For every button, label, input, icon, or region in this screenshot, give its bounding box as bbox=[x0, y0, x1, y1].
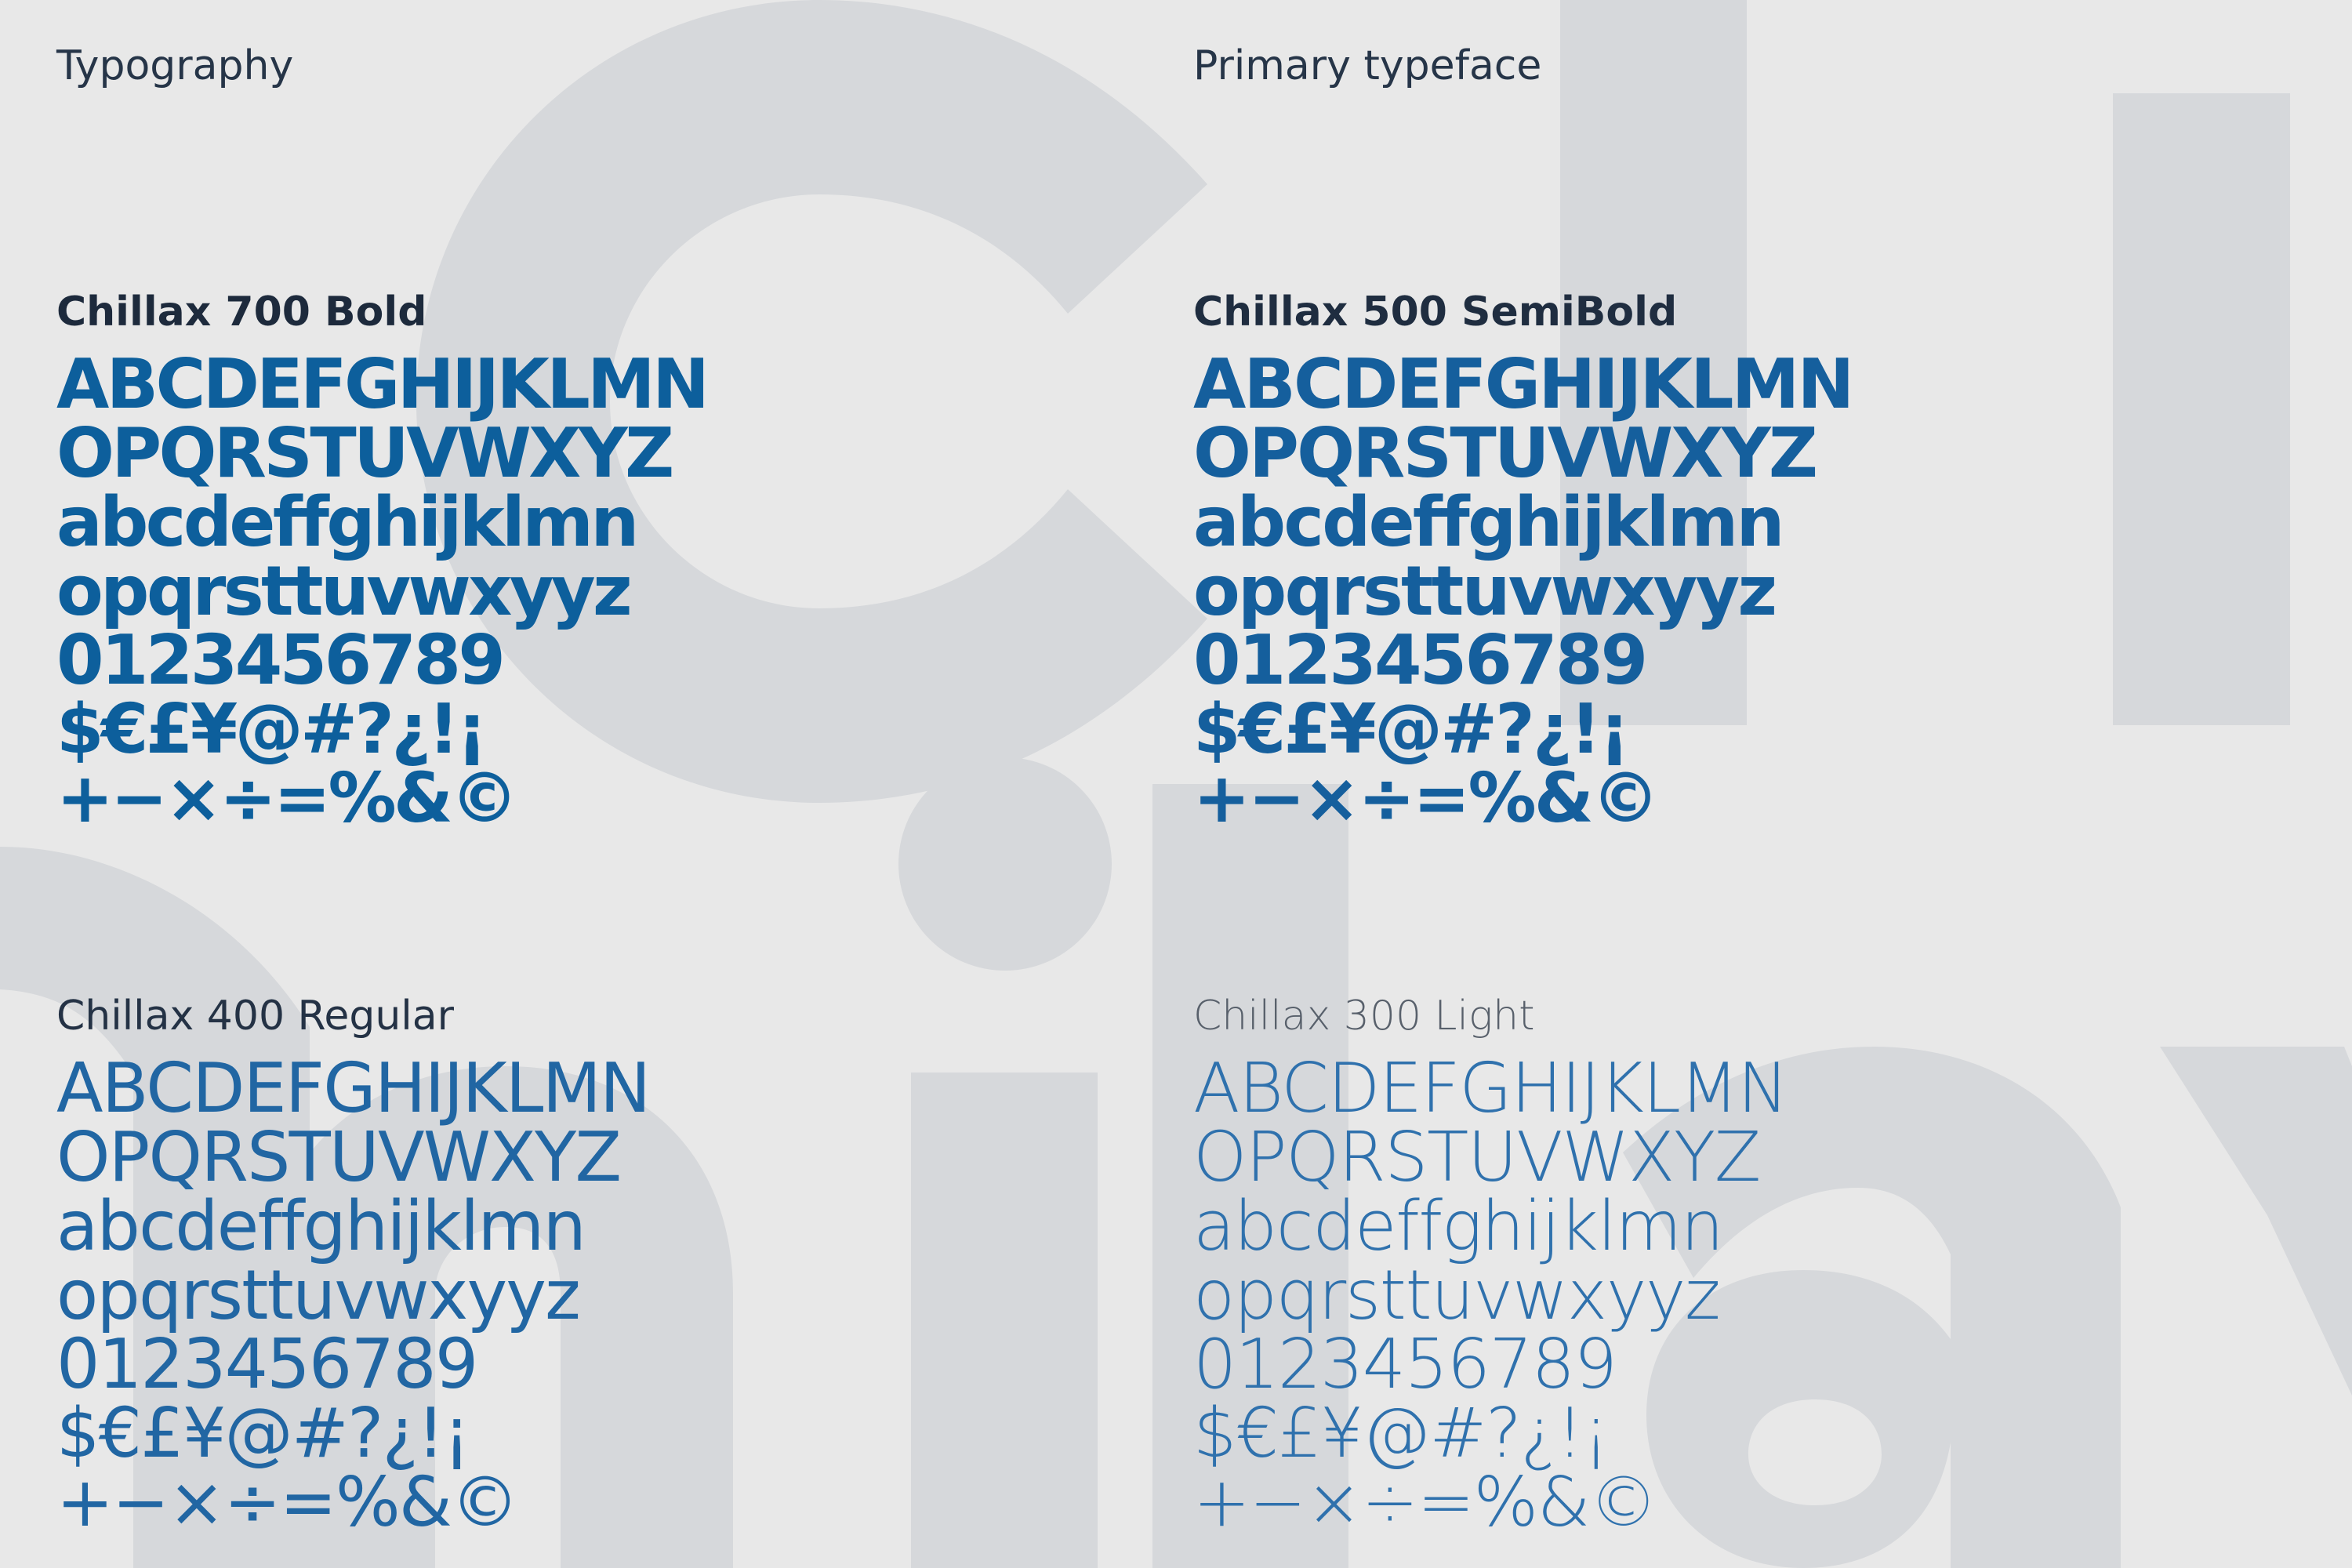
light-numerals-line: 0123456789 bbox=[1193, 1324, 1617, 1404]
semibold-weight-title: Chillax 500 SemiBold bbox=[1193, 289, 1678, 336]
typography-heading: Typography bbox=[56, 42, 294, 89]
regular-lowercase-line-1: abcdeffghijklmn bbox=[56, 1186, 586, 1266]
regular-uppercase-line-1: ABCDEFGHIJKLMN bbox=[56, 1048, 651, 1128]
bold-lowercase-line-1: abcdeffghijklmn bbox=[56, 482, 639, 562]
bold-uppercase-line-1: ABCDEFGHIJKLMN bbox=[56, 344, 710, 424]
semibold-glyph-specimen: ABCDEFGHIJKLMN OPQRSTUVWXYZ abcdeffghijk… bbox=[1193, 350, 2134, 833]
light-lowercase-line-2: opqrsttuvwxyyz bbox=[1193, 1255, 1721, 1335]
semibold-numerals-line: 0123456789 bbox=[1193, 620, 1648, 700]
semibold-symbols-line-2: +−×÷=%&© bbox=[1193, 758, 1660, 838]
semibold-symbols-line-1: $€£¥@#?¿!¡ bbox=[1193, 689, 1630, 769]
bold-glyph-specimen: ABCDEFGHIJKLMN OPQRSTUVWXYZ abcdeffghijk… bbox=[56, 350, 997, 833]
chillax-500-semibold-section: Chillax 500 SemiBold ABCDEFGHIJKLMN OPQR… bbox=[1193, 292, 2134, 833]
regular-numerals-line: 0123456789 bbox=[56, 1324, 478, 1404]
chillax-300-light-section: Chillax 300 Light ABCDEFGHIJKLMN OPQRSTU… bbox=[1193, 996, 2134, 1537]
chillax-700-bold-section: Chillax 700 Bold ABCDEFGHIJKLMN OPQRSTUV… bbox=[56, 292, 997, 833]
bold-lowercase-line-2: opqrsttuvwxyyz bbox=[56, 551, 633, 631]
bold-numerals-line: 0123456789 bbox=[56, 620, 506, 700]
bold-uppercase-line-2: OPQRSTUVWXYZ bbox=[56, 413, 674, 493]
light-uppercase-line-2: OPQRSTUVWXYZ bbox=[1193, 1117, 1761, 1197]
semibold-lowercase-line-2: opqrsttuvwxyyz bbox=[1193, 551, 1777, 631]
regular-lowercase-line-2: opqrsttuvwxyyz bbox=[56, 1255, 581, 1335]
light-symbols-line-2: +−×÷=%&© bbox=[1193, 1462, 1657, 1542]
bold-symbols-line-2: +−×÷=%&© bbox=[56, 758, 518, 838]
semibold-uppercase-line-2: OPQRSTUVWXYZ bbox=[1193, 413, 1818, 493]
bold-symbols-line-1: $€£¥@#?¿!¡ bbox=[56, 689, 488, 769]
light-uppercase-line-1: ABCDEFGHIJKLMN bbox=[1193, 1048, 1788, 1128]
light-symbols-line-1: $€£¥@#?¿!¡ bbox=[1193, 1393, 1610, 1473]
regular-symbols-line-2: +−×÷=%&© bbox=[56, 1462, 519, 1542]
regular-symbols-line-1: $€£¥@#?¿!¡ bbox=[56, 1393, 470, 1473]
semibold-uppercase-line-1: ABCDEFGHIJKLMN bbox=[1193, 344, 1854, 424]
light-weight-title: Chillax 300 Light bbox=[1193, 993, 1535, 1040]
bold-weight-title: Chillax 700 Bold bbox=[56, 289, 427, 336]
regular-glyph-specimen: ABCDEFGHIJKLMN OPQRSTUVWXYZ abcdeffghijk… bbox=[56, 1054, 997, 1537]
typography-page: Typography Primary typeface Chillax 700 … bbox=[0, 0, 2352, 1568]
primary-typeface-heading: Primary typeface bbox=[1193, 42, 1542, 89]
light-lowercase-line-1: abcdeffghijklmn bbox=[1193, 1186, 1724, 1266]
light-glyph-specimen: ABCDEFGHIJKLMN OPQRSTUVWXYZ abcdeffghijk… bbox=[1193, 1054, 2134, 1537]
regular-uppercase-line-2: OPQRSTUVWXYZ bbox=[56, 1117, 622, 1197]
regular-weight-title: Chillax 400 Regular bbox=[56, 993, 454, 1040]
chillax-400-regular-section: Chillax 400 Regular ABCDEFGHIJKLMN OPQRS… bbox=[56, 996, 997, 1537]
semibold-lowercase-line-1: abcdeffghijklmn bbox=[1193, 482, 1784, 562]
typography-content: Typography Primary typeface Chillax 700 … bbox=[0, 0, 2352, 1568]
